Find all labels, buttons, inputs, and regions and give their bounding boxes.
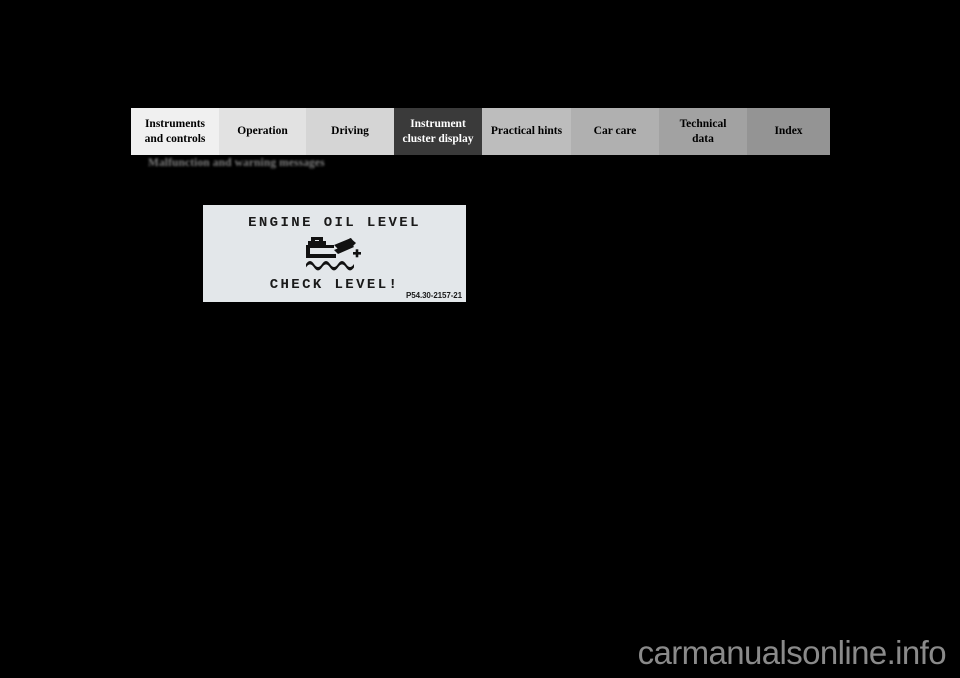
tab-index[interactable]: Index bbox=[747, 108, 830, 155]
tab-instrument-cluster-display[interactable]: Instrument cluster display bbox=[394, 108, 482, 155]
display-title-text: ENGINE OIL LEVEL bbox=[248, 215, 421, 231]
tab-practical-hints[interactable]: Practical hints bbox=[482, 108, 571, 155]
tab-label: Practical hints bbox=[490, 125, 563, 138]
figure-reference-number: P54.30-2157-21 bbox=[406, 291, 462, 300]
tab-instruments-and-controls[interactable]: Instruments and controls bbox=[131, 108, 219, 155]
instrument-cluster-display-figure: ENGINE OIL LEVEL CHECK LEVEL! P54.30-215… bbox=[203, 205, 466, 302]
tab-label: Instrument cluster display bbox=[402, 118, 474, 145]
tab-label: Car care bbox=[593, 125, 637, 138]
section-heading: Malfunction and warning messages bbox=[148, 157, 325, 169]
tab-car-care[interactable]: Car care bbox=[571, 108, 659, 155]
engine-oil-level-icon bbox=[203, 237, 466, 271]
tab-label: Index bbox=[774, 125, 803, 138]
tab-label: Instruments and controls bbox=[144, 118, 206, 145]
tab-label: Driving bbox=[331, 125, 369, 138]
site-watermark: carmanualsonline.info bbox=[637, 634, 947, 671]
tab-label: Operation bbox=[237, 125, 288, 138]
tab-operation[interactable]: Operation bbox=[219, 108, 306, 155]
tab-technical-data[interactable]: Technical data bbox=[659, 108, 747, 155]
tab-label: Technical data bbox=[679, 118, 727, 145]
manual-section-tabs: Instruments and controls Operation Drivi… bbox=[131, 108, 830, 155]
tab-driving[interactable]: Driving bbox=[306, 108, 394, 155]
